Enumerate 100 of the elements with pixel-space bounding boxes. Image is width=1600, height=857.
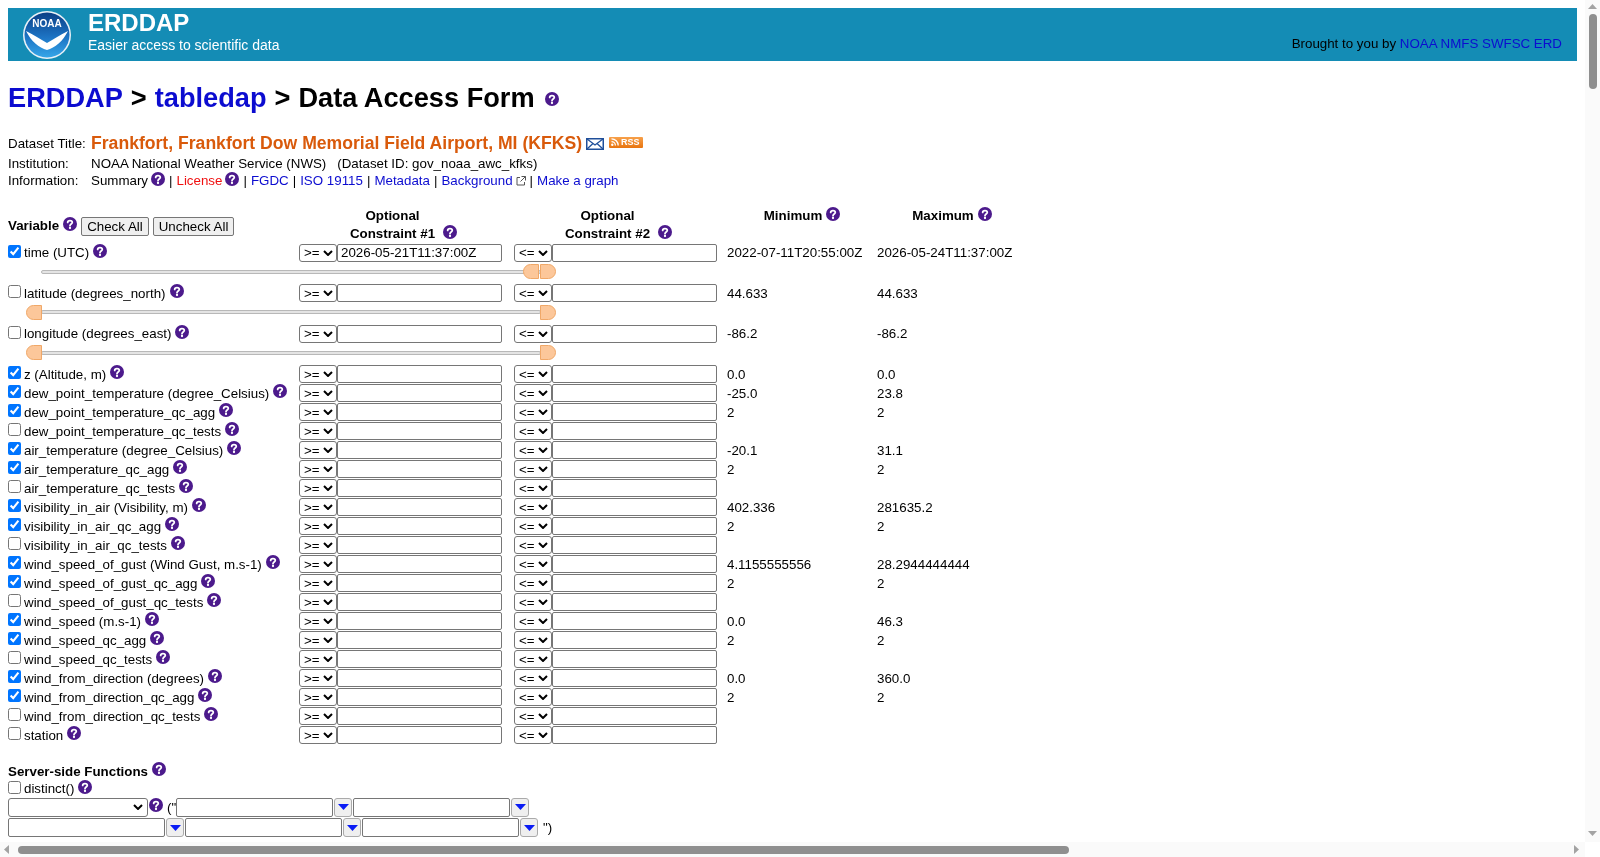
operator-dropdown[interactable]: >= <box>299 422 337 440</box>
variable-checkbox[interactable] <box>8 404 21 417</box>
help-icon[interactable] <box>173 460 188 474</box>
variable-checkbox[interactable] <box>8 556 21 569</box>
help-icon[interactable] <box>225 171 240 186</box>
argument-field[interactable] <box>185 818 342 837</box>
operator-dropdown[interactable]: >= <box>299 536 337 554</box>
operator-dropdown[interactable]: >= <box>299 460 337 478</box>
operator-dropdown[interactable]: >= <box>299 243 337 262</box>
scroll-left-arrow-icon[interactable] <box>4 845 9 854</box>
help-icon[interactable] <box>150 631 165 645</box>
help-icon[interactable] <box>225 422 240 436</box>
constraint-field[interactable] <box>337 460 502 478</box>
operator-dropdown[interactable]: <= <box>514 460 552 478</box>
operator-dropdown[interactable]: <= <box>514 479 552 497</box>
operator-dropdown[interactable]: <= <box>514 726 552 744</box>
constraint-field[interactable] <box>337 403 502 421</box>
horizontal-scrollbar[interactable] <box>0 842 1585 857</box>
scrollbar-thumb[interactable] <box>1588 14 1597 89</box>
variable-checkbox[interactable] <box>8 325 21 339</box>
constraint-field[interactable] <box>552 284 717 302</box>
operator-dropdown[interactable]: <= <box>514 650 552 668</box>
help-icon[interactable] <box>93 243 108 258</box>
help-icon[interactable] <box>63 217 78 231</box>
operator-dropdown[interactable]: >= <box>299 574 337 592</box>
uncheck-all-button[interactable]: Uncheck All <box>152 216 235 236</box>
variable-checkbox[interactable] <box>8 480 21 493</box>
help-icon[interactable] <box>265 555 280 569</box>
info-link[interactable]: Make a graph <box>537 173 619 188</box>
constraint-field[interactable] <box>337 536 502 554</box>
operator-dropdown[interactable]: >= <box>299 384 337 402</box>
constraint-field[interactable] <box>552 479 717 497</box>
variable-checkbox[interactable] <box>8 423 21 436</box>
variable-checkbox[interactable] <box>8 632 21 645</box>
constraint-field[interactable] <box>552 498 717 516</box>
info-link[interactable]: Background <box>441 173 513 188</box>
argument-field[interactable] <box>8 818 165 837</box>
variable-checkbox[interactable] <box>8 461 21 474</box>
operator-dropdown[interactable]: <= <box>514 536 552 554</box>
constraint-field[interactable] <box>552 324 717 343</box>
help-icon[interactable] <box>151 171 166 186</box>
constraint-field[interactable] <box>337 284 502 302</box>
constraint-field[interactable] <box>337 631 502 649</box>
help-icon[interactable] <box>657 225 672 239</box>
info-link[interactable]: Metadata <box>374 173 430 188</box>
variable-checkbox[interactable] <box>8 442 21 455</box>
constraint-field[interactable] <box>552 403 717 421</box>
argument-field[interactable] <box>353 797 511 817</box>
constraint-field[interactable] <box>552 669 717 687</box>
operator-dropdown[interactable]: <= <box>514 555 552 573</box>
operator-dropdown[interactable]: <= <box>514 612 552 630</box>
constraint-field[interactable] <box>337 324 502 343</box>
help-icon[interactable] <box>191 498 206 512</box>
logo[interactable]: NOAA <box>22 9 72 60</box>
slider-handle[interactable] <box>523 264 539 279</box>
constraint-field[interactable] <box>552 555 717 573</box>
help-icon[interactable] <box>145 612 160 626</box>
help-icon[interactable] <box>977 207 992 221</box>
operator-dropdown[interactable]: >= <box>299 498 337 516</box>
constraint-field[interactable] <box>337 365 502 383</box>
help-icon[interactable] <box>208 669 222 683</box>
info-link[interactable]: FGDC <box>250 173 289 188</box>
license-link[interactable]: License <box>176 173 223 188</box>
help-icon[interactable] <box>204 707 219 721</box>
constraint-field[interactable] <box>552 517 717 535</box>
constraint-field[interactable] <box>337 669 502 687</box>
operator-dropdown[interactable]: <= <box>514 593 552 611</box>
constraint-field[interactable] <box>552 441 717 459</box>
constraint-field[interactable] <box>552 536 717 554</box>
constraint-field[interactable] <box>552 422 717 440</box>
variable-checkbox[interactable] <box>8 575 21 588</box>
scrollbar-thumb[interactable] <box>18 845 1069 854</box>
variable-checkbox[interactable] <box>8 613 21 626</box>
variable-checkbox[interactable] <box>8 244 21 258</box>
constraint-field[interactable] <box>337 498 502 516</box>
constraint-field[interactable] <box>337 612 502 630</box>
vertical-scrollbar[interactable] <box>1585 0 1600 842</box>
help-icon[interactable] <box>442 225 457 239</box>
constraint-field[interactable] <box>337 441 502 459</box>
operator-dropdown[interactable]: >= <box>299 517 337 535</box>
scroll-up-arrow-icon[interactable] <box>1588 4 1597 9</box>
dropdown-button[interactable] <box>334 797 353 817</box>
help-icon[interactable] <box>152 762 166 776</box>
variable-checkbox[interactable] <box>8 499 21 512</box>
operator-dropdown[interactable]: <= <box>514 441 552 459</box>
variable-checkbox[interactable] <box>8 537 21 550</box>
operator-dropdown[interactable]: <= <box>514 422 552 440</box>
slider-handle[interactable] <box>26 304 42 320</box>
check-all-button[interactable]: Check All <box>81 216 149 236</box>
slider-handle[interactable] <box>26 345 42 360</box>
help-icon[interactable] <box>175 324 190 339</box>
help-icon[interactable] <box>156 650 171 664</box>
help-icon[interactable] <box>826 207 841 221</box>
help-icon[interactable] <box>198 688 213 702</box>
variable-checkbox[interactable] <box>8 594 21 607</box>
help-icon[interactable] <box>544 92 559 106</box>
help-icon[interactable] <box>227 441 242 455</box>
constraint-field[interactable] <box>337 650 502 668</box>
constraint-field[interactable] <box>337 479 502 497</box>
help-icon[interactable] <box>201 574 216 588</box>
